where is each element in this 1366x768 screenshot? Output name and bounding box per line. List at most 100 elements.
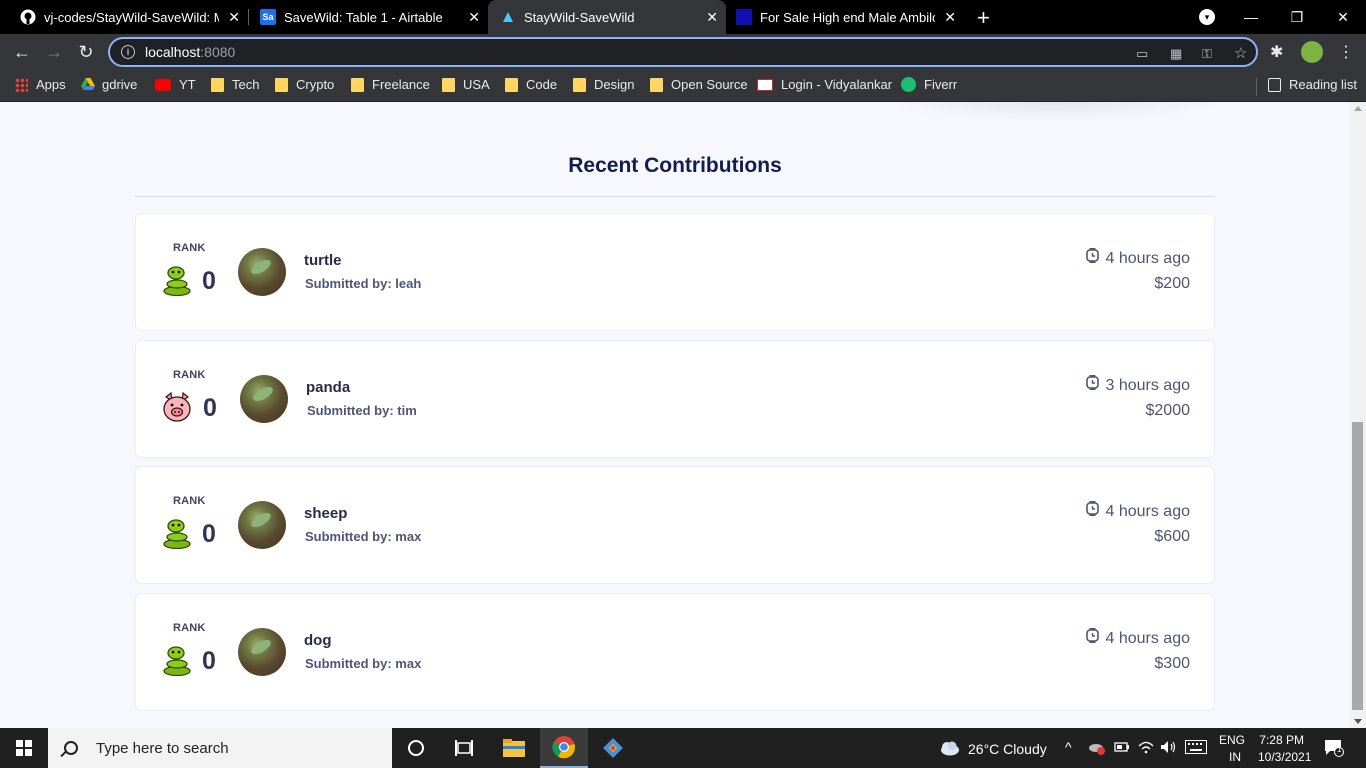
region-code: IN [1229,750,1241,764]
extensions-puzzle-icon[interactable]: ✱ [1270,42,1283,62]
folder-icon [505,77,518,92]
bookmark-label: gdrive [102,77,138,92]
taskbar-search-box[interactable]: Type here to search [48,728,392,768]
forward-arrow-icon[interactable]: → [42,40,66,64]
contribution-card[interactable]: RANK 0 sheep Submitted by: max 4 hours a… [135,466,1215,584]
address-bar[interactable]: i localhost:8080 ▭ ▦ ⚿ ☆ [108,37,1258,67]
contribution-card[interactable]: RANK 0 panda Submitted by: tim 3 hours a… [135,340,1215,458]
rank-number: 0 [202,647,216,675]
windows-taskbar: Type here to search 26°C Cloudy ^ ENG IN… [0,728,1366,768]
notifications-icon[interactable]: 1 [1324,739,1344,760]
reading-list-icon [1268,77,1281,92]
bookmarks-divider [1256,78,1257,96]
bookmark-usa[interactable]: USA [442,77,490,92]
scrollbar-thumb[interactable] [1352,422,1363,710]
bookmark-vidyalankar[interactable]: Login - Vidyalankar [757,77,892,92]
clock[interactable]: 7:28 PM 10/3/2021 [1258,733,1311,764]
bookmark-apps[interactable]: Apps [15,77,66,92]
bookmark-freelance[interactable]: Freelance [351,77,430,92]
bookmark-label: YT [179,77,196,92]
animal-name[interactable]: sheep [304,505,347,522]
watch-icon [1086,374,1100,390]
start-button[interactable] [0,728,48,768]
task-view-icon[interactable] [440,728,488,768]
close-icon[interactable]: ✕ [944,9,956,26]
chrome-taskbar-icon[interactable] [540,728,588,768]
wifi-icon[interactable] [1138,740,1154,757]
bookmark-star-icon[interactable]: ☆ [1234,44,1247,62]
touch-keyboard-icon[interactable] [1185,740,1207,757]
git-kraken-icon[interactable] [589,728,637,768]
restore-icon[interactable]: ❐ [1274,0,1320,34]
windows-logo-icon [16,740,32,756]
bookmark-fiverr[interactable]: Fiverr [901,77,957,92]
submitted-by: Submitted by: max [305,529,422,544]
file-explorer-icon[interactable] [490,728,538,768]
qr-code-icon[interactable]: ▦ [1170,46,1182,62]
bookmark-code[interactable]: Code [505,77,557,92]
menu-kebab-icon[interactable]: ⋮ [1338,42,1354,62]
bookmark-gdrive[interactable]: gdrive [81,77,137,92]
profile-avatar-icon[interactable] [1301,41,1323,63]
battery-icon[interactable] [1114,741,1130,756]
animal-name[interactable]: panda [306,379,350,396]
snake-emoji-icon [163,519,191,549]
time-ago-text: 4 hours ago [1105,250,1190,267]
contribution-card[interactable]: RANK 0 dog Submitted by: max 4 hours ago… [135,593,1215,711]
cast-icon[interactable]: ▭ [1136,46,1148,62]
cortana-circle-icon[interactable] [392,728,440,768]
staywild-icon [500,9,516,25]
animal-photo-avatar [238,628,286,676]
back-arrow-icon[interactable]: ← [10,40,34,64]
tab-search-chevron-icon[interactable]: ▾ [1199,9,1215,25]
weather-cloud-icon[interactable] [938,740,960,759]
close-icon[interactable]: ✕ [468,9,480,26]
rank-label: RANK [173,242,206,254]
new-tab-plus-icon[interactable]: + [977,5,990,31]
animal-photo-avatar [238,501,286,549]
search-placeholder: Type here to search [96,739,229,757]
animal-name[interactable]: dog [304,632,332,649]
contribution-amount: $300 [1154,655,1190,672]
scroll-down-arrow-icon[interactable] [1354,719,1362,724]
tab-staywild[interactable]: StayWild-SaveWild ✕ [488,0,726,34]
tab-github[interactable]: vj-codes/StayWild-SaveWild: My ✕ [0,0,248,34]
tab-ambilobe[interactable]: For Sale High end Male Ambilob ✕ [716,0,964,34]
submitted-by: Submitted by: max [305,656,422,671]
reload-icon[interactable]: ↻ [74,40,98,64]
section-title: Recent Contributions [568,154,782,177]
bookmark-yt[interactable]: YT [155,77,196,92]
tab-airtable[interactable]: Sa SaveWild: Table 1 - Airtable ✕ [240,0,488,34]
scroll-up-arrow-icon[interactable] [1354,106,1362,111]
bookmark-label: Apps [36,77,66,92]
time-ago: 4 hours ago [1086,627,1190,648]
language-indicator[interactable]: ENG IN [1219,733,1245,764]
volume-icon[interactable] [1160,740,1178,757]
contribution-card[interactable]: RANK 0 turtle Submitted by: leah 4 hours… [135,213,1215,331]
bookmark-tech[interactable]: Tech [211,77,259,92]
minimize-icon[interactable]: — [1228,0,1274,34]
bookmark-crypto[interactable]: Crypto [275,77,334,92]
weather-text[interactable]: 26°C Cloudy [968,741,1047,757]
watch-icon [1086,627,1100,643]
contribution-amount: $2000 [1145,402,1191,419]
page-scrollbar[interactable] [1350,102,1366,728]
animal-name[interactable]: turtle [304,252,342,269]
key-icon[interactable]: ⚿ [1202,46,1212,62]
tab-strip: vj-codes/StayWild-SaveWild: My ✕ Sa Save… [0,0,1366,34]
animal-photo-avatar [240,375,288,423]
rank-label: RANK [173,622,206,634]
reading-list-button[interactable]: Reading list [1268,77,1357,92]
bookmark-design[interactable]: Design [573,77,634,92]
show-hidden-icons-chevron-icon[interactable]: ^ [1065,739,1072,755]
onedrive-error-icon[interactable] [1088,740,1106,759]
url-port: :8080 [200,44,236,60]
close-icon[interactable]: ✕ [228,9,240,26]
bookmark-open-source[interactable]: Open Source [650,77,748,92]
watch-icon [1086,500,1100,516]
bookmark-label: Freelance [372,77,430,92]
site-info-icon[interactable]: i [121,45,135,59]
window-close-icon[interactable]: ✕ [1320,0,1366,34]
folder-icon [275,77,288,92]
contribution-amount: $600 [1154,528,1190,545]
